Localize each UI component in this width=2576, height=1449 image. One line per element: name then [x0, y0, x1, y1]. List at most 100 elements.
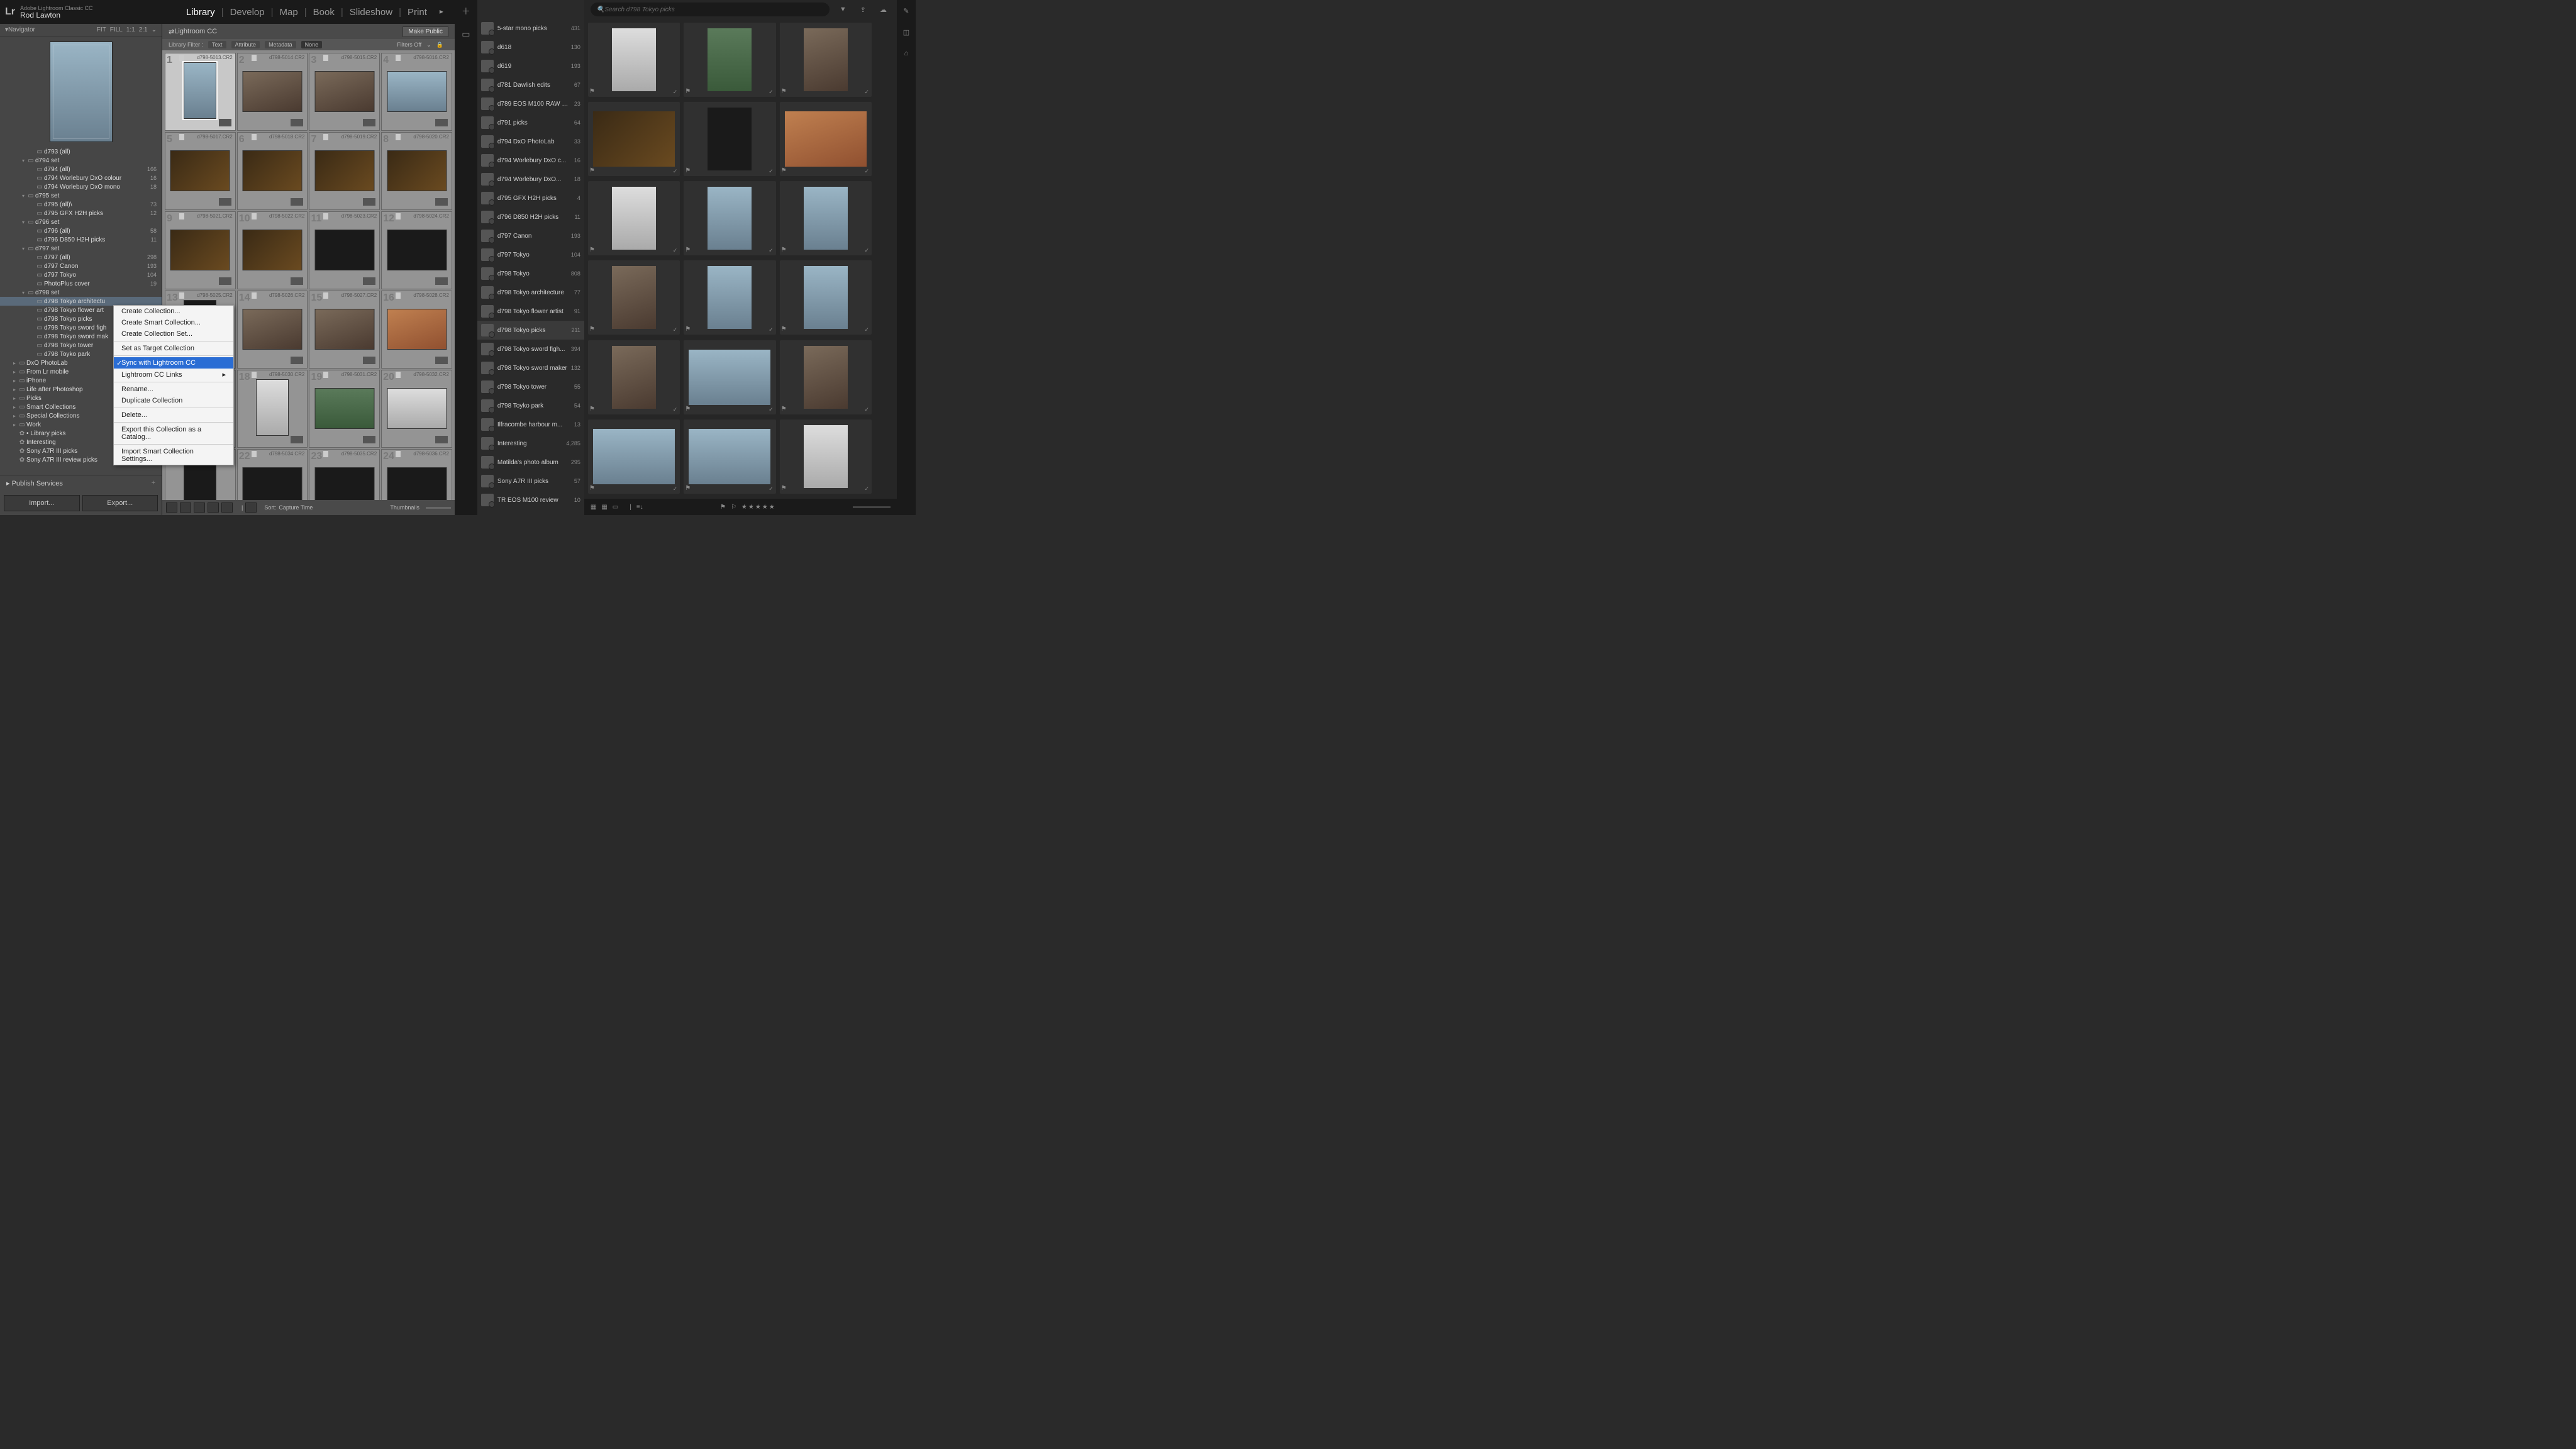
cc-album-item[interactable]: d796 D850 H2H picks11 — [477, 208, 584, 226]
lock-icon[interactable]: 🔒 — [436, 42, 443, 48]
cc-grid-cell[interactable]: ⚑✓ — [588, 23, 680, 97]
grid-cell[interactable]: 19d798-5031.CR2 — [309, 370, 380, 448]
module-develop[interactable]: Develop — [224, 7, 271, 18]
cc-grid-cell[interactable]: ⚑✓ — [780, 23, 872, 97]
cc-album-item[interactable]: d795 GFX H2H picks4 — [477, 189, 584, 208]
folder-icon[interactable]: ▭ — [455, 23, 477, 45]
cc-album-item[interactable]: d619193 — [477, 57, 584, 75]
cc-grid-cell[interactable]: ⚑✓ — [684, 419, 775, 494]
grid-cell[interactable]: 11d798-5023.CR2 — [309, 211, 380, 289]
people-view-icon[interactable] — [221, 502, 233, 513]
module-slideshow[interactable]: Slideshow — [343, 7, 399, 18]
cc-album-item[interactable]: d798 Tokyo sword maker132 — [477, 358, 584, 377]
cc-grid-cell[interactable]: ⚑✓ — [684, 23, 775, 97]
collection-item[interactable]: ▭d795 (all)\73 — [0, 200, 162, 209]
menu-item[interactable]: Export this Collection as a Catalog... — [114, 424, 233, 443]
menu-item[interactable]: Lightroom CC Links — [114, 369, 233, 380]
menu-item[interactable]: Create Collection Set... — [114, 328, 233, 340]
cc-grid-cell[interactable]: ⚑✓ — [588, 419, 680, 494]
collection-item[interactable]: ▾▭d797 set — [0, 244, 162, 253]
zoom-slider[interactable] — [853, 506, 891, 508]
sort-select[interactable]: Capture Time — [279, 504, 313, 511]
grid-cell[interactable]: 7d798-5019.CR2 — [309, 132, 380, 210]
thumbnail-slider[interactable] — [426, 507, 451, 509]
menu-item[interactable]: Delete... — [114, 409, 233, 421]
grid-cell[interactable]: 23d798-5035.CR2 — [309, 449, 380, 500]
cc-album-item[interactable]: d798 Tokyo architecture77 — [477, 283, 584, 302]
cc-album-item[interactable]: d794 Worlebury DxO c...16 — [477, 151, 584, 170]
cc-album-item[interactable]: d797 Canon193 — [477, 226, 584, 245]
module-library[interactable]: Library — [180, 7, 221, 18]
chevron-icon[interactable]: ⌄ — [152, 26, 157, 33]
menu-item[interactable]: Set as Target Collection — [114, 343, 233, 354]
collection-item[interactable]: ▾▭d794 set — [0, 156, 162, 165]
filter-none[interactable]: None — [301, 41, 323, 48]
loupe-view-icon[interactable] — [180, 502, 191, 513]
painter-icon[interactable] — [245, 502, 257, 513]
cc-album-item[interactable]: d797 Tokyo104 — [477, 245, 584, 264]
cc-grid-cell[interactable]: ⚑✓ — [588, 260, 680, 335]
edit-icon[interactable]: ✎ — [897, 0, 916, 21]
filter-text[interactable]: Text — [208, 41, 226, 48]
cc-album-item[interactable]: Interesting4,285 — [477, 434, 584, 453]
make-public-button[interactable]: Make Public — [402, 26, 448, 37]
cc-grid-cell[interactable]: ⚑✓ — [780, 340, 872, 414]
cc-grid-cell[interactable]: ⚑✓ — [588, 181, 680, 255]
collection-item[interactable]: ▭d797 (all)298 — [0, 253, 162, 262]
cc-album-item[interactable]: TR EOS M100 review10 — [477, 491, 584, 509]
menu-item[interactable]: Import Smart Collection Settings... — [114, 446, 233, 465]
filters-off[interactable]: Filters Off — [397, 42, 421, 48]
collection-item[interactable]: ▭d796 (all)58 — [0, 226, 162, 235]
flag-pick-icon[interactable]: ⚑ — [720, 504, 726, 511]
collection-item[interactable]: ▭d794 (all)166 — [0, 165, 162, 174]
cc-album-item[interactable]: d798 Tokyo808 — [477, 264, 584, 283]
collection-item[interactable]: ▭d798 Tokyo architectu — [0, 297, 162, 306]
filter-metadata[interactable]: Metadata — [265, 41, 296, 48]
grid-cell[interactable]: 10d798-5022.CR2 — [237, 211, 308, 289]
cc-grid-cell[interactable]: ⚑✓ — [780, 102, 872, 176]
export-button[interactable]: Export... — [82, 495, 158, 511]
collection-item[interactable]: ▭PhotoPlus cover19 — [0, 279, 162, 288]
rating-stars[interactable]: ★★★★★ — [741, 504, 776, 511]
collection-item[interactable]: ▭d796 D850 H2H picks11 — [0, 235, 162, 244]
plus-icon[interactable]: + — [152, 479, 155, 487]
square-grid-icon[interactable]: ▦ — [601, 504, 607, 511]
cc-grid-cell[interactable]: ⚑✓ — [588, 102, 680, 176]
module-map[interactable]: Map — [274, 7, 304, 18]
cc-grid-cell[interactable]: ⚑✓ — [588, 340, 680, 414]
detail-view-icon[interactable]: ▭ — [613, 504, 618, 511]
grid-cell[interactable]: 24d798-5036.CR2 — [381, 449, 452, 500]
collection-item[interactable]: ▭d795 GFX H2H picks12 — [0, 209, 162, 218]
compare-view-icon[interactable] — [194, 502, 205, 513]
filter-icon[interactable]: ▼ — [836, 6, 850, 13]
collection-item[interactable]: ▾▭d795 set — [0, 191, 162, 200]
collection-item[interactable]: ▾▭d798 set — [0, 288, 162, 297]
import-button[interactable]: Import... — [4, 495, 80, 511]
navigator-preview[interactable] — [0, 36, 162, 147]
tag-icon[interactable]: ⌂ — [897, 43, 916, 64]
cc-grid-cell[interactable]: ⚑✓ — [780, 419, 872, 494]
search-input[interactable]: 🔍 Search d798 Tokyo picks — [591, 3, 830, 16]
collection-item[interactable]: ▭d797 Tokyo104 — [0, 270, 162, 279]
grid-cell[interactable]: 18d798-5030.CR2 — [237, 370, 308, 448]
cc-grid-cell[interactable]: ⚑✓ — [684, 181, 775, 255]
grid-cell[interactable]: 20d798-5032.CR2 — [381, 370, 452, 448]
add-icon[interactable]: ＋ — [455, 0, 477, 23]
cc-grid-cell[interactable]: ⚑✓ — [684, 340, 775, 414]
cc-album-item[interactable]: Sony A7R III picks57 — [477, 472, 584, 491]
navigator-header[interactable]: ▾ Navigator FIT FILL 1:1 2:1 ⌄ — [0, 24, 162, 36]
collection-item[interactable]: ▭d793 (all) — [0, 147, 162, 156]
collection-item[interactable]: ▭d794 Worlebury DxO mono18 — [0, 182, 162, 191]
cc-album-item[interactable]: d798 Toyko park54 — [477, 396, 584, 415]
cc-album-item[interactable]: d781 Dawlish edits67 — [477, 75, 584, 94]
menu-item[interactable]: Create Collection... — [114, 306, 233, 317]
module-book[interactable]: Book — [307, 7, 341, 18]
cc-album-item[interactable]: 5-star mono picks431 — [477, 19, 584, 38]
grid-cell[interactable]: 4d798-5016.CR2 — [381, 53, 452, 131]
module-print[interactable]: Print — [401, 7, 433, 18]
cc-album-item[interactable]: d798 Tokyo flower artist91 — [477, 302, 584, 321]
grid-cell[interactable]: 15d798-5027.CR2 — [309, 291, 380, 369]
cc-album-item[interactable]: d794 DxO PhotoLab33 — [477, 132, 584, 151]
cc-album-item[interactable]: d789 EOS M100 RAW p...23 — [477, 94, 584, 113]
cloud-icon[interactable]: ☁ — [876, 6, 891, 14]
